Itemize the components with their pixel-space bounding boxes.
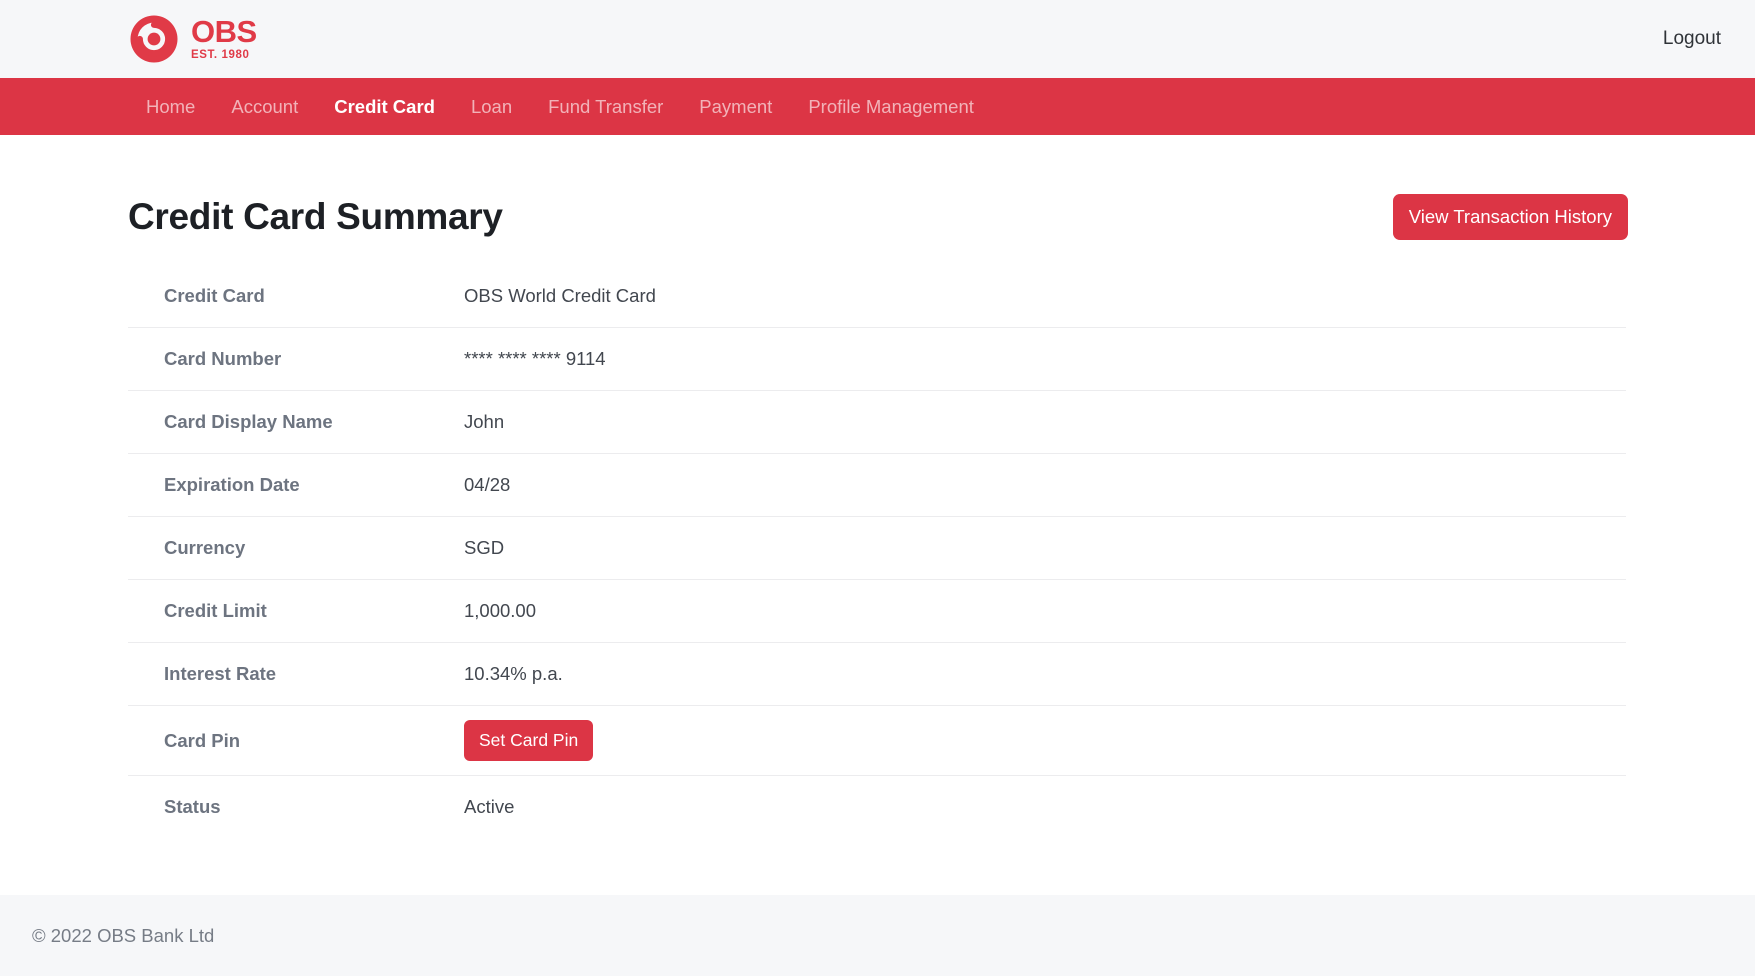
row-value: 1,000.00 [464,600,537,621]
row-value: SGD [464,537,505,558]
nav-item-payment[interactable]: Payment [681,78,790,135]
table-row: Status Active [128,776,1626,839]
obs-swirl-logo-icon [128,13,180,65]
nav-item-fund-transfer[interactable]: Fund Transfer [530,78,681,135]
credit-card-detail-table: Credit Card OBS World Credit Card Card N… [128,265,1626,838]
table-row: Card Pin Set Card Pin [128,706,1626,776]
row-label: Credit Card [164,285,265,306]
app-root: OBS EST. 1980 Logout Home Account Credit… [0,0,1755,976]
top-header: OBS EST. 1980 Logout [0,0,1755,78]
main-navigation: Home Account Credit Card Loan Fund Trans… [0,78,1755,135]
table-row: Currency SGD [128,517,1626,580]
row-label: Card Number [164,348,282,369]
row-value: **** **** **** 9114 [464,348,606,369]
brand-tagline: EST. 1980 [191,49,250,62]
row-label: Status [164,796,221,817]
row-label: Interest Rate [164,663,277,684]
nav-item-loan[interactable]: Loan [453,78,530,135]
table-row: Card Display Name John [128,391,1626,454]
row-value: Set Card Pin [464,706,1626,776]
brand-logo[interactable]: OBS EST. 1980 [128,13,257,65]
page-footer: © 2022 OBS Bank Ltd [0,895,1755,976]
row-label: Card Display Name [164,411,333,432]
table-row: Expiration Date 04/28 [128,454,1626,517]
logout-button[interactable]: Logout [1663,28,1721,50]
nav-item-profile-management[interactable]: Profile Management [790,78,992,135]
row-label: Credit Limit [164,600,267,621]
brand-wordmark: OBS EST. 1980 [191,16,257,62]
page-header-row: Credit Card Summary View Transaction His… [128,135,1628,240]
set-card-pin-button[interactable]: Set Card Pin [464,720,594,761]
nav-item-account[interactable]: Account [213,78,316,135]
copyright-text: © 2022 OBS Bank Ltd [32,924,215,946]
row-label: Card Pin [164,729,241,751]
row-label: Expiration Date [164,474,300,495]
nav-item-credit-card[interactable]: Credit Card [316,78,453,135]
table-row: Card Number **** **** **** 9114 [128,328,1626,391]
main-content: Credit Card Summary View Transaction His… [0,135,1755,895]
page-title: Credit Card Summary [128,196,503,237]
nav-item-home[interactable]: Home [128,78,213,135]
table-row: Interest Rate 10.34% p.a. [128,643,1626,706]
view-transaction-history-button[interactable]: View Transaction History [1392,194,1628,240]
row-value: John [464,411,505,432]
status-badge: Active [464,796,515,817]
table-row: Credit Card OBS World Credit Card [128,265,1626,328]
table-row: Credit Limit 1,000.00 [128,580,1626,643]
row-label: Currency [164,537,246,558]
row-value: 04/28 [464,474,511,495]
brand-name: OBS [191,14,257,50]
row-value: OBS World Credit Card [464,285,656,306]
row-value: 10.34% p.a. [464,663,563,684]
